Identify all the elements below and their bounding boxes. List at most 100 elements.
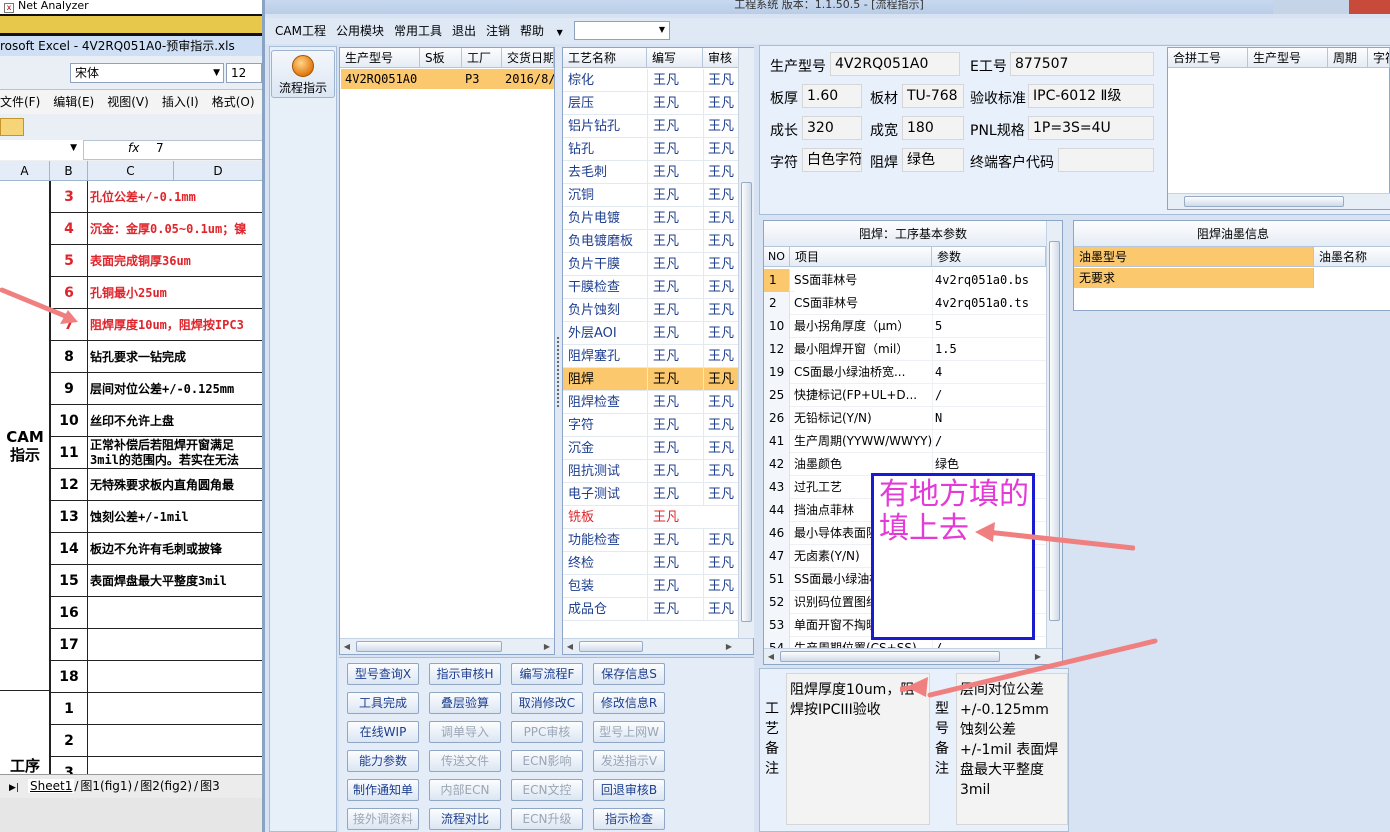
excel-row-number[interactable]: 5 (50, 245, 88, 277)
excel-row-number[interactable]: 15 (50, 565, 88, 597)
font-size-select[interactable]: 12 (226, 63, 262, 83)
action-button[interactable]: 工具完成 (347, 692, 419, 714)
merge-header-period[interactable]: 周期 (1328, 48, 1368, 68)
font-name-select[interactable]: 宋体 ▼ (70, 63, 224, 83)
prod-header-model[interactable]: 生产型号 (340, 48, 420, 68)
excel-row-number[interactable]: 3 (50, 757, 88, 774)
process-row[interactable]: 阻焊检查 王凡 王凡 (563, 391, 739, 414)
process-row[interactable]: 包装 王凡 王凡 (563, 575, 739, 598)
prod-header-s[interactable]: S板 (420, 48, 462, 68)
menu-view[interactable]: 视图(V) (107, 95, 149, 109)
sheet-nav-icon[interactable]: ▶| (0, 777, 28, 798)
proc-header-reviewer[interactable]: 审核 (703, 48, 739, 68)
process-row[interactable]: 阻焊 王凡 王凡 (563, 368, 739, 391)
action-button[interactable]: 发送指示V (593, 750, 665, 772)
param-row[interactable]: 19 CS面最小绿油桥宽... 4 (764, 361, 1046, 384)
e-number-field[interactable]: 877507 (1010, 52, 1154, 76)
excel-row-text[interactable]: 表面完成铜厚36um (90, 245, 262, 277)
customer-field[interactable] (1058, 148, 1154, 172)
action-button[interactable]: ECN影响 (511, 750, 583, 772)
model-field[interactable]: 4V2RQ051A0 (830, 52, 960, 76)
merge-hscrollbar[interactable] (1168, 193, 1390, 209)
menu-overflow-icon[interactable]: ▼ (554, 28, 563, 37)
excel-row-number[interactable]: 3 (50, 181, 88, 213)
scroll-left-icon[interactable]: ◀ (765, 650, 777, 663)
action-button[interactable]: 指示审核H (429, 663, 501, 685)
action-button[interactable]: 回退审核B (593, 779, 665, 801)
excel-row-number[interactable]: 17 (50, 629, 88, 661)
action-button[interactable]: 型号查询X (347, 663, 419, 685)
excel-row-text[interactable]: 无特殊要求板内直角圆角最 (90, 469, 262, 501)
excel-row-text[interactable] (90, 725, 262, 757)
process-row[interactable]: 阻抗测试 王凡 王凡 (563, 460, 739, 483)
excel-row-text[interactable] (90, 693, 262, 725)
action-button[interactable]: PPC审核 (511, 721, 583, 743)
thickness-field[interactable]: 1.60 (802, 84, 862, 108)
proc-vscrollbar[interactable] (738, 48, 754, 638)
excel-row-number[interactable]: 12 (50, 469, 88, 501)
sheet-tab-4[interactable]: 图3 (198, 779, 222, 793)
scroll-thumb[interactable] (1184, 196, 1344, 207)
menu-exit[interactable]: 退出 (452, 24, 476, 38)
column-header-d[interactable]: D (174, 161, 262, 181)
menu-cam[interactable]: CAM工程 (275, 24, 326, 38)
action-button[interactable]: 内部ECN (429, 779, 501, 801)
prod-header-date[interactable]: 交货日期 (502, 48, 554, 68)
ink-row-model[interactable]: 无要求 (1074, 268, 1314, 288)
excel-row-text[interactable]: 钻孔要求一钻完成 (90, 341, 262, 373)
excel-row-number[interactable]: 13 (50, 501, 88, 533)
flow-instruction-button[interactable]: 流程指示 (271, 50, 335, 98)
column-header-b[interactable]: B (50, 161, 88, 181)
param-header-item[interactable]: 项目 (790, 247, 932, 267)
param-header-no[interactable]: NO (764, 247, 790, 267)
excel-row-text[interactable]: 丝印不允许上盘 (90, 405, 262, 437)
excel-row-number[interactable]: 8 (50, 341, 88, 373)
process-row[interactable]: 负片电镀 王凡 王凡 (563, 207, 739, 230)
param-row[interactable]: 26 无铅标记(Y/N) N (764, 407, 1046, 430)
action-button[interactable]: 指示检查 (593, 808, 665, 830)
process-row[interactable]: 去毛刺 王凡 王凡 (563, 161, 739, 184)
action-button[interactable]: 传送文件 (429, 750, 501, 772)
action-button[interactable]: 流程对比 (429, 808, 501, 830)
scroll-thumb[interactable] (356, 641, 502, 652)
param-row[interactable]: 10 最小拐角厚度（μm） 5 (764, 315, 1046, 338)
process-row[interactable]: 外层AOI 王凡 王凡 (563, 322, 739, 345)
action-button[interactable]: 型号上网W (593, 721, 665, 743)
ink-header-model[interactable]: 油墨型号 (1074, 247, 1314, 267)
excel-row-text[interactable] (90, 757, 262, 774)
ink-header-name[interactable]: 油墨名称 (1314, 247, 1390, 267)
proc-header-writer[interactable]: 编写 (647, 48, 703, 68)
excel-row-text[interactable] (90, 661, 262, 693)
excel-row-text[interactable]: 正常补偿后若阻焊开窗满足 3mil的范围内。若实在无法 (90, 437, 262, 469)
menu-format[interactable]: 格式(O) (212, 95, 255, 109)
excel-row-text[interactable] (90, 629, 262, 661)
process-row[interactable]: 层压 王凡 王凡 (563, 92, 739, 115)
excel-row-text[interactable]: 表面焊盘最大平整度3mil (90, 565, 262, 597)
toolbar-folder-icon[interactable] (0, 118, 24, 136)
scroll-right-icon[interactable]: ▶ (723, 640, 735, 653)
ink-row-name[interactable] (1314, 268, 1390, 288)
param-row[interactable]: 2 CS面菲林号 4v2rq051a0.ts (764, 292, 1046, 315)
param-row[interactable]: 12 最小阻焊开窗（mil） 1.5 (764, 338, 1046, 361)
pnl-field[interactable]: 1P=3S=4U (1028, 116, 1154, 140)
process-row[interactable]: 负电镀磨板 王凡 王凡 (563, 230, 739, 253)
param-row[interactable]: 25 快捷标记(FP+UL+D... / (764, 384, 1046, 407)
excel-row-text[interactable]: 蚀刻公差+/-1mil (90, 501, 262, 533)
width-field[interactable]: 180 (902, 116, 964, 140)
process-row[interactable]: 成品仓 王凡 王凡 (563, 598, 739, 621)
length-field[interactable]: 320 (802, 116, 862, 140)
scroll-thumb[interactable] (579, 641, 643, 652)
action-button[interactable]: 保存信息S (593, 663, 665, 685)
excel-row-number[interactable]: 9 (50, 373, 88, 405)
excel-row-number[interactable]: 11 (50, 437, 88, 469)
process-row[interactable]: 钻孔 王凡 王凡 (563, 138, 739, 161)
scroll-left-icon[interactable]: ◀ (564, 640, 576, 653)
splitter-grip[interactable] (557, 337, 559, 407)
excel-row-number[interactable]: 16 (50, 597, 88, 629)
close-icon[interactable] (1349, 0, 1390, 14)
action-button[interactable]: 调单导入 (429, 721, 501, 743)
param-header-value[interactable]: 参数 (932, 247, 1046, 267)
menu-edit[interactable]: 编辑(E) (53, 95, 94, 109)
param-row[interactable]: 1 SS面菲林号 4v2rq051a0.bs (764, 269, 1046, 292)
sheet-tab-3[interactable]: 图2(fig2) (138, 779, 194, 793)
